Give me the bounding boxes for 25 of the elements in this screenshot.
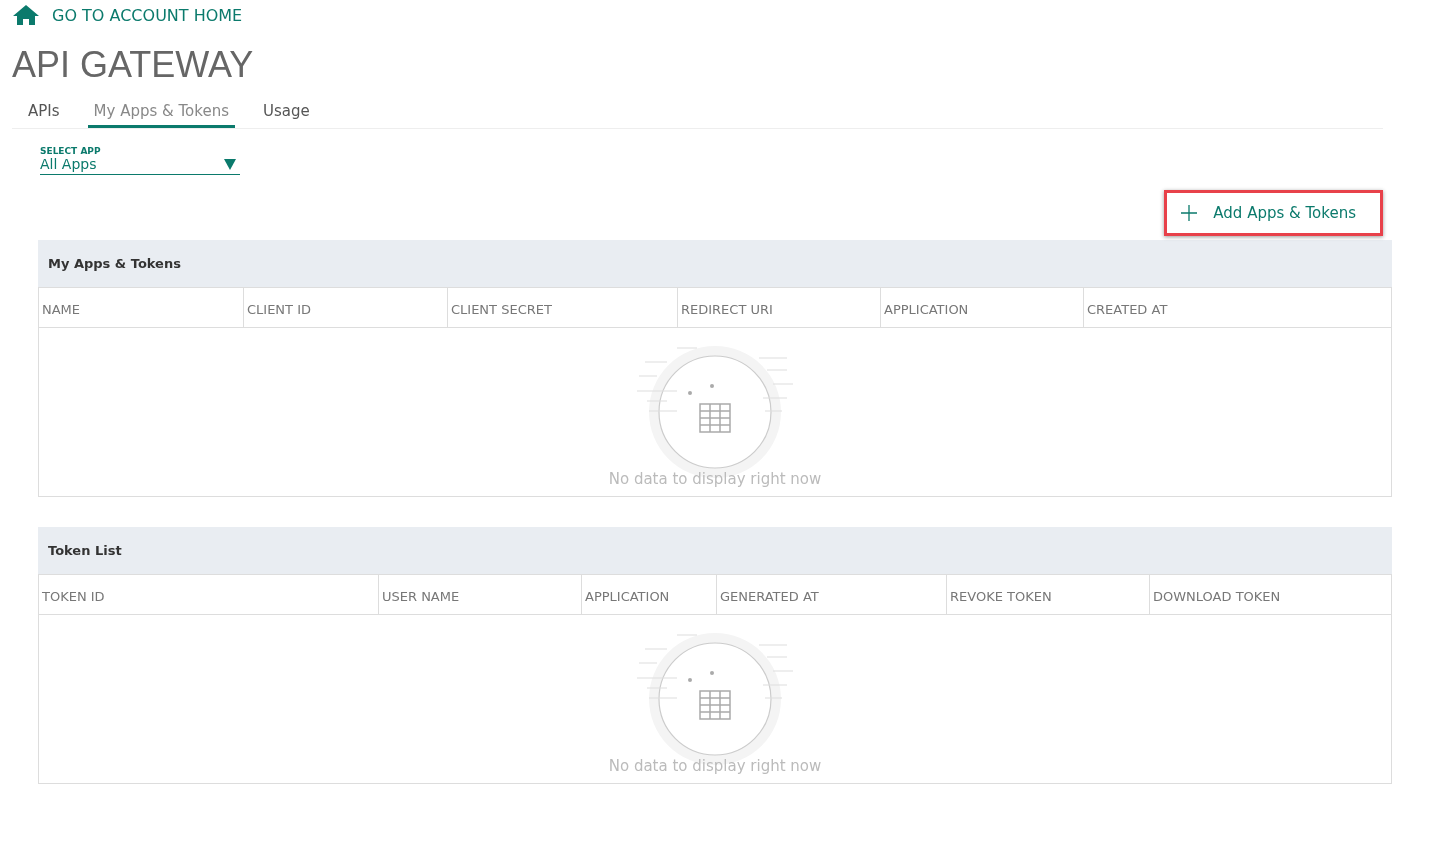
empty-message: No data to display right now xyxy=(608,470,822,488)
tab[interactable]: APIs xyxy=(22,102,66,128)
plus-icon xyxy=(1181,205,1198,221)
column-header: APPLICATION xyxy=(880,288,1083,327)
column-header: USER NAME xyxy=(378,575,581,614)
house-icon xyxy=(12,4,40,26)
tab[interactable]: Usage xyxy=(257,102,316,128)
panel-header: Token List xyxy=(38,527,1392,574)
empty-message: No data to display right now xyxy=(608,757,822,775)
column-header: CLIENT ID xyxy=(243,288,447,327)
column-header: DOWNLOAD TOKEN xyxy=(1149,575,1391,614)
account-home-link[interactable]: GO TO ACCOUNT HOME xyxy=(12,4,243,26)
column-header: TOKEN ID xyxy=(41,588,106,606)
column-header: CLIENT SECRET xyxy=(447,288,677,327)
panel-header: My Apps & Tokens xyxy=(38,240,1392,287)
column-header: REVOKE TOKEN xyxy=(946,575,1149,614)
caret-icon xyxy=(224,158,236,170)
tab[interactable]: My Apps & Tokens xyxy=(87,102,235,128)
app-select[interactable]: SELECT APP All Apps xyxy=(40,146,240,175)
column-header: NAME xyxy=(41,301,82,319)
column-header: CREATED AT xyxy=(1083,288,1391,327)
column-header: REDIRECT URI xyxy=(677,288,880,327)
column-header: GENERATED AT xyxy=(716,575,946,614)
page-title: API GATEWAY xyxy=(12,44,255,86)
column-header: APPLICATION xyxy=(581,575,716,614)
